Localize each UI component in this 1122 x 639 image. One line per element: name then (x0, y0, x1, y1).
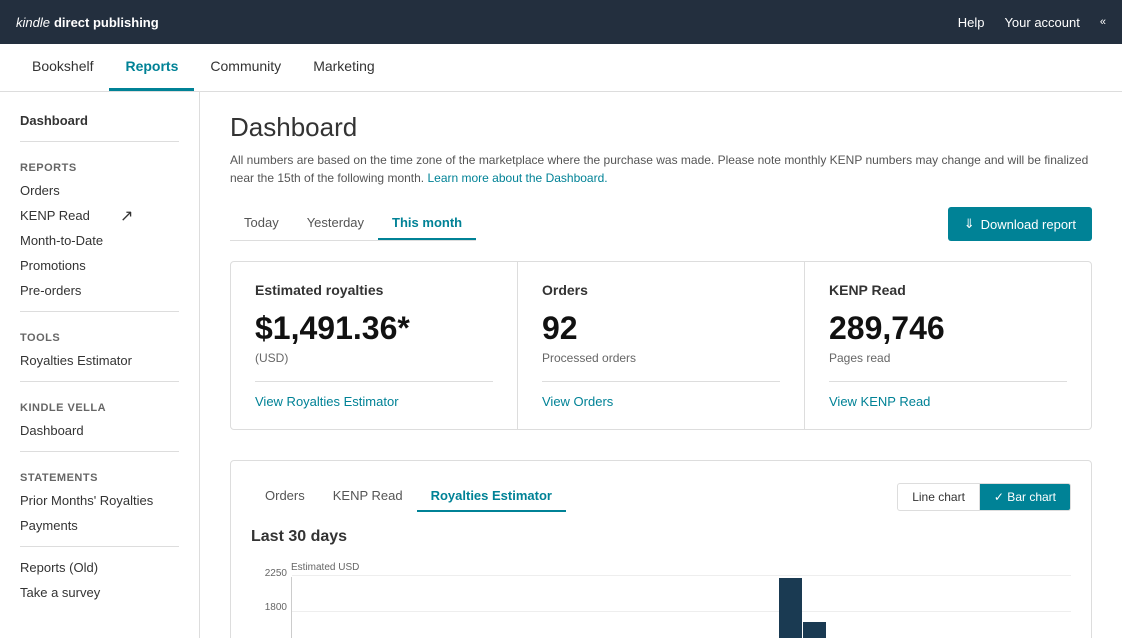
main-layout: Dashboard REPORTS Orders KENP Read ↗ Mon… (0, 92, 1122, 638)
stat-label-royalties: Estimated royalties (255, 282, 493, 298)
page-title: Dashboard (230, 112, 1092, 143)
tab-today[interactable]: Today (230, 207, 293, 240)
chart-type-buttons: Line chart ✓ Bar chart (897, 483, 1071, 511)
stat-value-kenp: 289,746 (829, 310, 1067, 347)
chart-tab-royalties-estimator[interactable]: Royalties Estimator (417, 481, 566, 512)
sidebar-item-payments[interactable]: Payments (0, 513, 199, 538)
stat-sub-kenp: Pages read (829, 351, 1067, 365)
y-axis-title: Estimated USD (291, 562, 1071, 573)
chart-body: 0 450 900 1350 1800 2250 (251, 577, 1071, 638)
chart-tabs-row: Orders KENP Read Royalties Estimator Lin… (251, 481, 1071, 512)
chart-tab-kenp-read[interactable]: KENP Read (319, 481, 417, 512)
sidebar: Dashboard REPORTS Orders KENP Read ↗ Mon… (0, 92, 200, 638)
stat-link-royalties[interactable]: View Royalties Estimator (255, 394, 399, 409)
grid-line-5 (292, 575, 1071, 576)
download-report-button[interactable]: ⇓ Download report (948, 207, 1092, 241)
stat-divider-orders (542, 381, 780, 382)
y-axis-labels: 0 450 900 1350 1800 2250 (251, 577, 291, 638)
date-tabs-row: Today Yesterday This month ⇓ Download re… (230, 207, 1092, 241)
nav-marketing[interactable]: Marketing (297, 44, 390, 91)
stat-divider-royalties (255, 381, 493, 382)
main-content: Dashboard All numbers are based on the t… (200, 92, 1122, 638)
nav-community[interactable]: Community (194, 44, 297, 91)
line-chart-button[interactable]: Line chart (897, 483, 980, 511)
bars-container (292, 577, 1071, 638)
chevron-icon: « (1100, 16, 1106, 28)
sidebar-section-kindle-vella: KINDLE VELLA (0, 390, 199, 418)
chart-title: Last 30 days (251, 528, 1071, 546)
top-nav-right: Help Your account « (958, 15, 1106, 30)
help-link[interactable]: Help (958, 15, 985, 30)
stat-value-orders: 92 (542, 310, 780, 347)
y-label-2250: 2250 (265, 568, 287, 579)
stat-card-kenp: KENP Read 289,746 Pages read View KENP R… (805, 262, 1091, 429)
sidebar-section-tools: TOOLS (0, 320, 199, 348)
stat-link-kenp[interactable]: View KENP Read (829, 394, 930, 409)
sidebar-divider-5 (20, 546, 179, 547)
stat-value-royalties: $1,491.36* (255, 310, 493, 347)
stat-card-royalties: Estimated royalties $1,491.36* (USD) Vie… (231, 262, 518, 429)
chart-tabs: Orders KENP Read Royalties Estimator (251, 481, 566, 512)
stat-sub-orders: Processed orders (542, 351, 780, 365)
logo-kindle: kindle (16, 15, 50, 30)
sidebar-divider-2 (20, 311, 179, 312)
date-tabs: Today Yesterday This month (230, 207, 476, 241)
stat-label-orders: Orders (542, 282, 780, 298)
stat-link-orders[interactable]: View Orders (542, 394, 613, 409)
sidebar-divider-1 (20, 141, 179, 142)
stat-sub-royalties: (USD) (255, 351, 493, 365)
nav-reports[interactable]: Reports (109, 44, 194, 91)
sidebar-item-prior-months[interactable]: Prior Months' Royalties (0, 488, 199, 513)
tab-yesterday[interactable]: Yesterday (293, 207, 378, 240)
learn-more-link[interactable]: Learn more about the Dashboard. (427, 171, 607, 185)
logo-area: kindle direct publishing (16, 15, 159, 30)
sidebar-divider-3 (20, 381, 179, 382)
chart-tab-orders[interactable]: Orders (251, 481, 319, 512)
sidebar-item-take-survey[interactable]: Take a survey (0, 580, 199, 605)
top-navigation: kindle direct publishing Help Your accou… (0, 0, 1122, 44)
chart-grid (291, 577, 1071, 638)
chart-section: Orders KENP Read Royalties Estimator Lin… (230, 460, 1092, 638)
sidebar-item-pre-orders[interactable]: Pre-orders (0, 278, 199, 303)
stat-label-kenp: KENP Read (829, 282, 1067, 298)
bar-20 (779, 578, 802, 638)
account-link[interactable]: Your account (1004, 15, 1079, 30)
y-label-1800: 1800 (265, 602, 287, 613)
stat-card-orders: Orders 92 Processed orders View Orders (518, 262, 805, 429)
sidebar-item-promotions[interactable]: Promotions (0, 253, 199, 278)
sidebar-item-month-to-date[interactable]: Month-to-Date (0, 228, 199, 253)
kdp-logo: kindle direct publishing (16, 15, 159, 30)
bar-21 (803, 622, 826, 638)
page-subtitle: All numbers are based on the time zone o… (230, 151, 1092, 187)
download-icon: ⇓ (964, 216, 975, 232)
stat-divider-kenp (829, 381, 1067, 382)
secondary-navigation: Bookshelf Reports Community Marketing (0, 44, 1122, 92)
sidebar-section-reports: REPORTS (0, 150, 199, 178)
sidebar-dashboard-link[interactable]: Dashboard (0, 108, 199, 133)
tab-this-month[interactable]: This month (378, 207, 476, 240)
sidebar-item-orders[interactable]: Orders (0, 178, 199, 203)
sidebar-item-reports-old[interactable]: Reports (Old) (0, 555, 199, 580)
nav-bookshelf[interactable]: Bookshelf (16, 44, 109, 91)
sidebar-section-statements: STATEMENTS (0, 460, 199, 488)
sidebar-item-vella-dashboard[interactable]: Dashboard (0, 418, 199, 443)
stats-row: Estimated royalties $1,491.36* (USD) Vie… (230, 261, 1092, 430)
sidebar-item-kenp-read[interactable]: KENP Read ↗ (0, 203, 199, 228)
chart-container: Estimated USD 0 450 900 1350 1800 2250 (251, 562, 1071, 638)
sidebar-item-royalties-estimator[interactable]: Royalties Estimator (0, 348, 199, 373)
bar-chart-button[interactable]: ✓ Bar chart (980, 483, 1071, 511)
logo-direct-publishing: direct publishing (54, 15, 159, 30)
sidebar-divider-4 (20, 451, 179, 452)
